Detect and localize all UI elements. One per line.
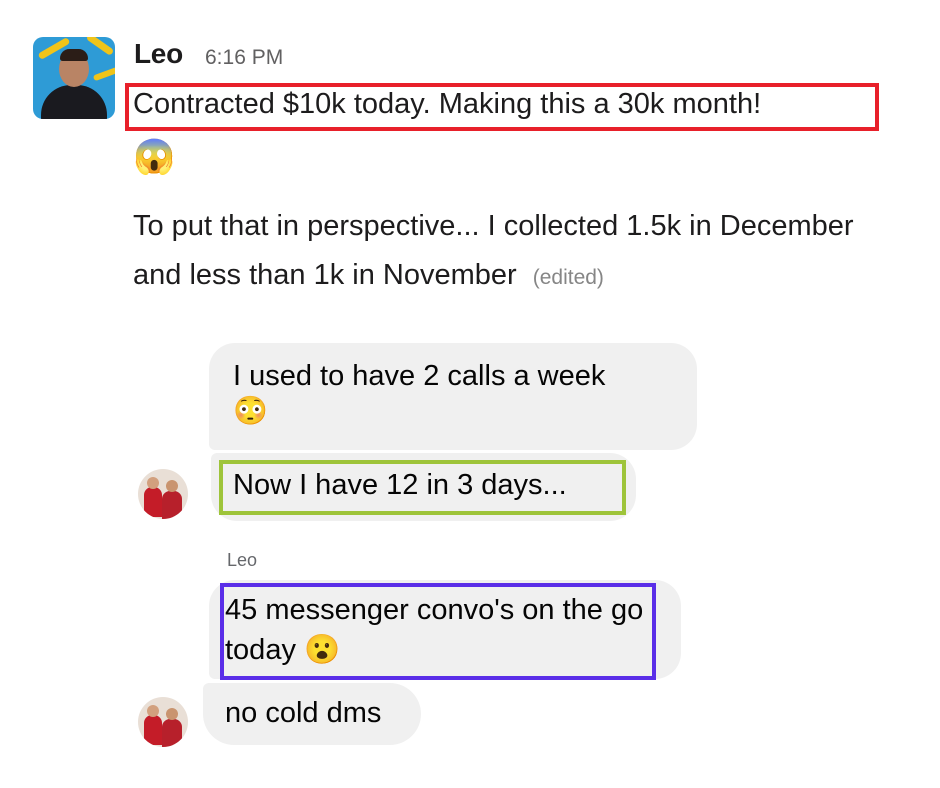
chat-bubble-1[interactable]: I used to have 2 calls a week 😳 xyxy=(209,343,697,450)
scream-emoji: 😱 xyxy=(133,138,176,176)
chat-bubble-4[interactable]: no cold dms xyxy=(203,683,421,745)
sender-avatar[interactable] xyxy=(33,37,115,119)
green-highlight-box xyxy=(219,460,626,515)
chat-bubble-1-text: I used to have 2 calls a week xyxy=(233,360,606,392)
sender-name[interactable]: Leo xyxy=(134,38,183,70)
chat-bubble-4-text: no cold dms xyxy=(225,697,382,729)
edited-label: (edited) xyxy=(532,266,604,289)
paragraph-text: To put that in perspective... I collecte… xyxy=(133,210,854,291)
flushed-emoji: 😳 xyxy=(233,395,268,426)
participant-avatar[interactable] xyxy=(138,697,188,747)
participant-avatar[interactable] xyxy=(138,469,188,519)
message-timestamp[interactable]: 6:16 PM xyxy=(205,46,283,70)
message-paragraph: To put that in perspective... I collecte… xyxy=(133,202,873,302)
red-highlight-box xyxy=(125,83,879,131)
sender-name-label: Leo xyxy=(227,550,258,570)
purple-highlight-box xyxy=(220,583,656,680)
